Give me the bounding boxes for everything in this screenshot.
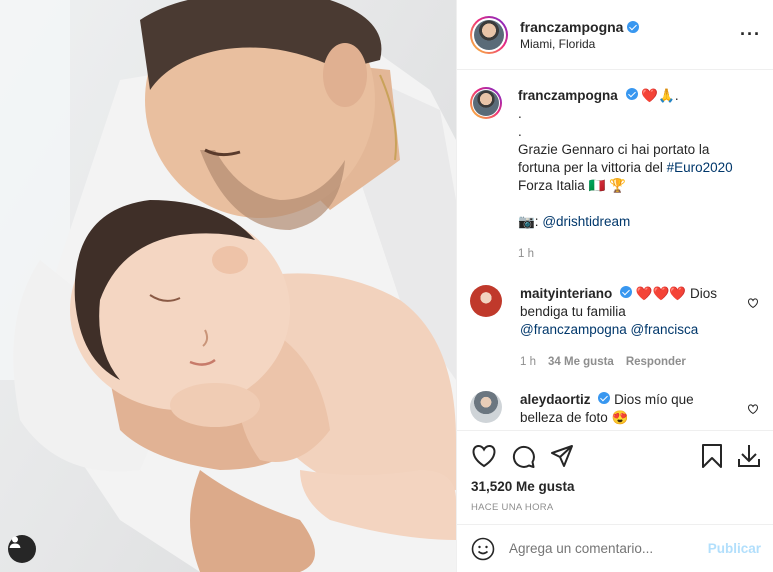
- commenter-avatar[interactable]: [470, 391, 502, 423]
- verified-badge-icon: [598, 392, 611, 404]
- comment-item: aleydaortiz Dios mío que belleza de foto…: [470, 391, 759, 427]
- commenter-avatar[interactable]: [470, 285, 502, 317]
- comment-item: maityinteriano ❤️❤️❤️ Dios bendiga tu fa…: [470, 285, 759, 371]
- paper-plane-icon[interactable]: [550, 444, 574, 468]
- caption-username[interactable]: franczampogna: [518, 88, 618, 103]
- caption-dot: .: [518, 106, 522, 121]
- mention-link[interactable]: @francisca: [631, 322, 699, 337]
- author-avatar[interactable]: [470, 15, 508, 54]
- comment-bubble-icon[interactable]: [511, 444, 536, 469]
- commenter-username[interactable]: aleydaortiz: [520, 392, 591, 407]
- caption-emojis: ❤️🙏.: [641, 88, 679, 103]
- post-actions: 31,520 Me gusta HACE UNA HORA: [457, 430, 773, 513]
- user-tag-icon[interactable]: [8, 535, 36, 563]
- post-header: franczampogna Miami, Florida ···: [457, 0, 773, 70]
- commenter-username[interactable]: maityinteriano: [520, 286, 612, 301]
- verified-badge-icon: [627, 20, 640, 33]
- add-comment-bar: Publicar: [457, 524, 773, 572]
- caption-avatar[interactable]: [470, 87, 502, 119]
- post-location[interactable]: Miami, Florida: [520, 37, 740, 51]
- bookmark-icon[interactable]: [701, 443, 723, 469]
- download-icon[interactable]: [737, 443, 761, 469]
- post-timestamp[interactable]: HACE UNA HORA: [471, 502, 761, 513]
- mention-link[interactable]: @franczampogna: [520, 322, 627, 337]
- caption-dot: .: [518, 124, 522, 139]
- publish-button[interactable]: Publicar: [708, 541, 761, 556]
- caption-line: Forza Italia 🇮🇹 🏆: [518, 178, 626, 193]
- post-side-panel: franczampogna Miami, Florida ··· francza…: [456, 0, 773, 572]
- likes-count[interactable]: 31,520 Me gusta: [471, 479, 761, 494]
- comment-time[interactable]: 1 h: [520, 353, 536, 371]
- caption: franczampogna ❤️🙏. . . Grazie Gennaro ci…: [470, 87, 759, 263]
- caption-line: fortuna per la vittoria del: [518, 160, 667, 175]
- caption-line: Grazie Gennaro ci hai portato la: [518, 142, 710, 157]
- comment-like-heart-icon[interactable]: [747, 403, 759, 415]
- comment-like-heart-icon[interactable]: [747, 297, 759, 309]
- caption-time[interactable]: 1 h: [518, 245, 534, 263]
- hashtag-link[interactable]: #Euro2020: [667, 160, 733, 175]
- comment-likes[interactable]: 34 Me gusta: [548, 353, 614, 371]
- comments-list[interactable]: franczampogna ❤️🙏. . . Grazie Gennaro ci…: [457, 71, 773, 430]
- comment-text: belleza de foto 😍: [520, 410, 629, 425]
- comment-text: ❤️❤️❤️ Dios: [635, 286, 717, 301]
- author-username[interactable]: franczampogna: [520, 19, 623, 35]
- verified-badge-icon: [620, 286, 633, 298]
- photo-illustration: [0, 0, 456, 572]
- comment-input[interactable]: [509, 541, 708, 556]
- post-photo[interactable]: [0, 0, 456, 572]
- heart-icon[interactable]: [471, 444, 497, 468]
- mention-link[interactable]: @drishtidream: [542, 214, 630, 229]
- verified-badge-icon: [625, 88, 638, 100]
- smiley-icon[interactable]: [471, 537, 495, 561]
- comment-text: Dios mío que: [614, 392, 694, 407]
- more-options-icon[interactable]: ···: [740, 24, 761, 45]
- comment-text: bendiga tu familia: [520, 304, 626, 319]
- reply-button[interactable]: Responder: [626, 353, 686, 371]
- caption-credit: 📷:: [518, 214, 543, 229]
